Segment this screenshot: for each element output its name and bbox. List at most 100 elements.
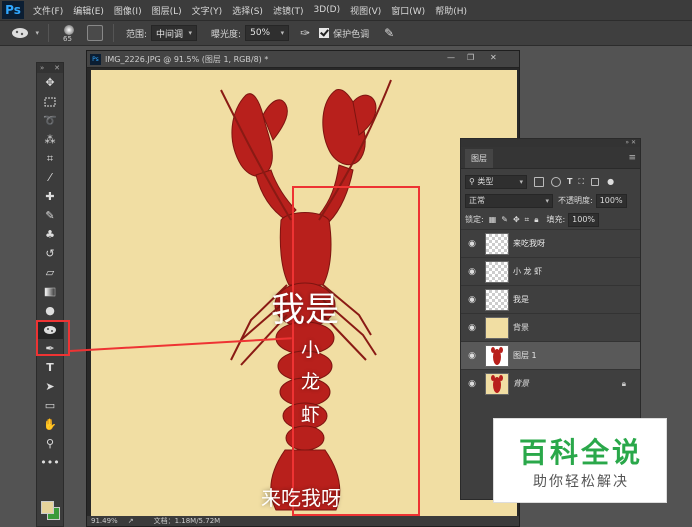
brush-tool-icon[interactable]: ✎	[37, 206, 63, 225]
filter-adjustment-icon[interactable]	[551, 176, 561, 187]
burn-tool-icon[interactable]: ●	[37, 301, 63, 320]
tab-layers[interactable]: 图层	[465, 149, 493, 168]
menu-select[interactable]: 选择(S)	[227, 4, 268, 17]
marquee-tool-icon[interactable]	[37, 92, 63, 111]
tool-preset-picker[interactable]: ▾	[8, 23, 42, 43]
crop-tool-icon[interactable]: ⌗	[37, 149, 63, 168]
exposure-value: 50%	[250, 28, 271, 38]
watermark-title: 百科全说	[518, 436, 643, 469]
panel-menu-icon[interactable]: ≡	[628, 153, 636, 163]
visibility-eye-icon[interactable]: ◉	[461, 351, 483, 361]
layer-row[interactable]: ◉ 小 龙 虾	[461, 257, 640, 285]
search-icon: ⚲	[469, 177, 475, 186]
zoom-tool-icon[interactable]: ⚲	[37, 434, 63, 453]
layers-panel-tabs: 图层	[461, 147, 640, 169]
menu-view[interactable]: 视图(V)	[345, 4, 386, 17]
opacity-input[interactable]: 100%	[595, 193, 627, 208]
visibility-eye-icon[interactable]: ◉	[461, 239, 483, 249]
layer-row[interactable]: ◉ 背景	[461, 313, 640, 341]
lock-pixels-icon[interactable]: ✎	[501, 215, 508, 224]
layer-thumbnail	[485, 344, 509, 367]
menu-help[interactable]: 帮助(H)	[430, 4, 472, 17]
layer-row[interactable]: ◉ 背景 🔒︎	[461, 369, 640, 397]
protect-tones-checkbox[interactable]	[319, 28, 330, 38]
visibility-eye-icon[interactable]: ◉	[461, 267, 483, 277]
layer-thumbnail	[485, 372, 509, 395]
menu-image[interactable]: 图像(I)	[109, 4, 147, 17]
move-tool-icon[interactable]: ✥	[37, 73, 63, 92]
layer-row[interactable]: ◉ 来吃我呀	[461, 229, 640, 257]
protect-tones-label: 保护色调	[333, 29, 370, 40]
canvas-text-char: 小	[301, 339, 321, 361]
filter-shape-icon[interactable]: ⛶	[578, 177, 584, 187]
magic-wand-tool-icon[interactable]: ⁂	[37, 130, 63, 149]
close-icon[interactable]: ✕	[631, 139, 636, 146]
layer-thumbnail	[485, 260, 509, 283]
canvas-text-line1: 我是	[271, 290, 339, 330]
lock-transparent-icon[interactable]: ▦	[489, 215, 497, 224]
brush-size-picker[interactable]: 65	[55, 22, 83, 44]
hand-tool-icon[interactable]: ✋	[37, 415, 63, 434]
lock-all-icon[interactable]: 🔒︎	[534, 215, 538, 225]
visibility-eye-icon[interactable]: ◉	[461, 323, 483, 333]
brush-size-value: 65	[63, 35, 72, 43]
document-window: Ps IMG_2226.JPG @ 91.5% (图层 1, RGB/8) * …	[86, 50, 520, 527]
pressure-icon[interactable]: ✎	[381, 25, 397, 41]
divider	[113, 24, 114, 42]
chevron-down-icon: ▾	[280, 29, 285, 37]
layer-row[interactable]: ◉ 图层 1	[461, 341, 640, 369]
filter-smart-object-icon[interactable]	[591, 177, 600, 186]
expand-icon[interactable]: »	[40, 63, 44, 73]
menu-type[interactable]: 文字(Y)	[187, 4, 228, 17]
eraser-tool-icon[interactable]: ▱	[37, 263, 63, 282]
clone-stamp-tool-icon[interactable]: ♣	[37, 225, 63, 244]
lock-artboard-icon[interactable]: ⌗	[525, 215, 530, 225]
eyedropper-tool-icon[interactable]: ⁄	[37, 168, 63, 187]
lock-position-icon[interactable]: ✥	[513, 215, 520, 224]
gradient-tool-icon[interactable]	[37, 282, 63, 301]
filter-toggle-icon[interactable]: ●	[607, 177, 614, 186]
menu-window[interactable]: 窗口(W)	[386, 4, 430, 17]
status-arrow-icon[interactable]: ↗	[128, 517, 134, 525]
more-tools-icon[interactable]: •••	[37, 453, 63, 472]
status-doc-size: 文档：1.18M/5.72M	[153, 517, 221, 525]
healing-brush-tool-icon[interactable]: ✚	[37, 187, 63, 206]
menu-layer[interactable]: 图层(L)	[147, 4, 187, 17]
tool-highlight-box	[36, 320, 70, 356]
exposure-input[interactable]: 50% ▾	[245, 25, 290, 41]
blend-mode-select[interactable]: 正常 ▾	[465, 193, 553, 208]
menu-3d[interactable]: 3D(D)	[308, 5, 345, 15]
layers-panel-topbar: » ✕	[461, 139, 640, 147]
layer-row[interactable]: ◉ 我是	[461, 285, 640, 313]
filter-pixel-icon[interactable]	[534, 176, 544, 187]
minimize-icon[interactable]: —	[447, 53, 455, 62]
menu-edit[interactable]: 编辑(E)	[68, 4, 109, 17]
sponge-tool-icon	[12, 28, 28, 38]
watermark-logo: 百科全说 助你轻松解决	[493, 418, 667, 503]
history-brush-tool-icon[interactable]: ↺	[37, 244, 63, 263]
brush-panel-toggle-icon[interactable]	[87, 25, 103, 41]
rectangle-tool-icon[interactable]: ▭	[37, 396, 63, 415]
layer-kind-select[interactable]: ⚲ 类型 ▾	[465, 174, 527, 189]
path-selection-tool-icon[interactable]: ➤	[37, 377, 63, 396]
range-label: 范围:	[126, 29, 148, 40]
document-canvas[interactable]: 我是 小 龙 虾 来吃我呀	[91, 70, 517, 520]
menu-filter[interactable]: 滤镜(T)	[268, 4, 309, 17]
fill-input[interactable]: 100%	[568, 212, 600, 227]
type-tool-icon[interactable]: T	[37, 358, 63, 377]
collapse-icon[interactable]: »	[625, 139, 629, 146]
foreground-color-swatch[interactable]	[41, 501, 54, 514]
menu-file[interactable]: 文件(F)	[28, 4, 68, 17]
tools-panel-header: » ✕	[37, 63, 63, 73]
close-icon[interactable]: ✕	[490, 53, 497, 62]
range-select[interactable]: 中间调 ▾	[151, 25, 198, 41]
visibility-eye-icon[interactable]: ◉	[461, 379, 483, 389]
lasso-tool-icon[interactable]: ➰	[37, 111, 63, 130]
visibility-eye-icon[interactable]: ◉	[461, 295, 483, 305]
airbrush-icon[interactable]: ✑	[297, 25, 313, 41]
options-bar: ▾ 65 范围: 中间调 ▾ 曝光度: 50% ▾ ✑ 保护色调 ✎	[0, 20, 692, 46]
layer-name: 图层 1	[513, 351, 537, 360]
close-icon[interactable]: ✕	[54, 63, 60, 73]
restore-icon[interactable]: ❐	[467, 53, 474, 62]
filter-type-icon[interactable]: T	[567, 177, 572, 186]
